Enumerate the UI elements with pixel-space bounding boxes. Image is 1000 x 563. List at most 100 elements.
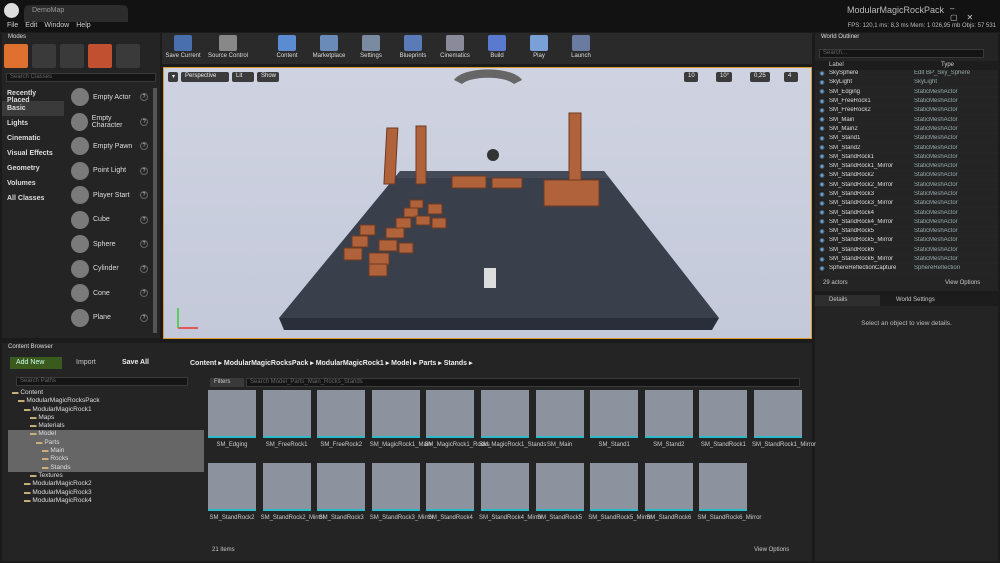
breadcrumb-item[interactable]: Stands — [444, 360, 467, 367]
place-item[interactable]: Sphere? — [67, 232, 152, 257]
filters-button[interactable]: Filters — [210, 378, 244, 387]
breadcrumb-item[interactable]: ModularMagicRock1 — [316, 360, 384, 367]
modes-scrollbar[interactable] — [153, 88, 157, 333]
help-icon[interactable]: ? — [140, 191, 148, 200]
cb-view-options[interactable]: View Options — [754, 547, 789, 553]
help-icon[interactable]: ? — [140, 215, 148, 224]
outliner-row[interactable]: ◉ SphereReflectionCapture SphereReflection — [815, 264, 998, 274]
visibility-eye-icon[interactable]: ◉ — [815, 125, 829, 132]
show-button[interactable]: Show — [257, 72, 279, 82]
category-visual-effects[interactable]: Visual Effects — [2, 146, 64, 161]
help-icon[interactable]: ? — [140, 93, 148, 102]
breadcrumb-item[interactable]: Parts — [419, 360, 437, 367]
menu-file[interactable]: File — [7, 22, 18, 29]
visibility-eye-icon[interactable]: ◉ — [815, 237, 829, 244]
perspective-button[interactable]: Perspective — [181, 72, 229, 82]
paint-mode-icon[interactable] — [32, 44, 56, 68]
breadcrumb-item[interactable]: Content — [190, 360, 216, 367]
visibility-eye-icon[interactable]: ◉ — [815, 107, 829, 114]
cinematics-button[interactable]: Cinematics — [434, 33, 476, 59]
asset-tile[interactable]: SM_StandRock3_Mirror — [370, 463, 434, 531]
play-button[interactable]: Play — [518, 33, 560, 59]
outliner-row[interactable]: ◉ SM_StandRock2_Mirror StaticMeshActor — [815, 181, 998, 190]
outliner-row[interactable]: ◉ SM_StandRock3_Mirror StaticMeshActor — [815, 199, 998, 209]
place-item[interactable]: Cylinder? — [67, 257, 152, 282]
outliner-row[interactable]: ◉ SM_Main StaticMeshActor — [815, 115, 998, 125]
outliner-row[interactable]: ◉ SkyLight SkyLight — [815, 78, 998, 88]
outliner-row[interactable]: ◉ SM_Stand1 StaticMeshActor — [815, 134, 998, 144]
help-icon[interactable]: ? — [140, 240, 148, 249]
folder-tree-item[interactable]: ▬ Parts — [8, 438, 204, 448]
breadcrumb-item[interactable]: ModularMagicRocksPack — [224, 360, 308, 367]
asset-tile[interactable]: SM_StandRock3 — [317, 463, 366, 531]
window-controls[interactable]: –▢✕ — [950, 4, 994, 22]
asset-tile[interactable]: SM_StandRock1_Mirror — [752, 390, 816, 458]
place-mode-icon[interactable] — [4, 44, 28, 68]
outliner-row[interactable]: ◉ SM_StandRock2 StaticMeshActor — [815, 171, 998, 181]
folder-tree-item[interactable]: ▬ Rocks — [8, 455, 204, 464]
category-volumes[interactable]: Volumes — [2, 176, 64, 191]
asset-tile[interactable]: SM_StandRock5 — [535, 463, 584, 531]
marketplace-button[interactable]: Marketplace — [308, 33, 350, 59]
geometry-mode-icon[interactable] — [116, 44, 140, 68]
menu-help[interactable]: Help — [76, 22, 90, 29]
asset-tile[interactable]: SM_StandRock2 — [208, 463, 256, 531]
asset-tile[interactable]: SM_StandRock1 — [699, 390, 748, 458]
visibility-eye-icon[interactable]: ◉ — [815, 228, 829, 235]
place-item[interactable]: Cone? — [67, 281, 152, 306]
folder-tree-item[interactable]: ▬ ModularMagicRocksPack — [8, 397, 204, 405]
world-settings-tab[interactable]: World Settings — [882, 295, 949, 305]
outliner-row[interactable]: ◉ SM_StandRock4_Mirror StaticMeshActor — [815, 218, 998, 228]
visibility-eye-icon[interactable]: ◉ — [815, 256, 829, 263]
outliner-row[interactable]: ◉ SkySphere Edit BP_Sky_Sphere — [815, 69, 998, 79]
scale-snap-value[interactable]: 0,25 — [750, 72, 770, 82]
visibility-eye-icon[interactable]: ◉ — [815, 70, 829, 77]
folder-tree-item[interactable]: ▬ Content — [8, 389, 204, 397]
rotation-snap-value[interactable]: 10° — [716, 72, 732, 82]
visibility-eye-icon[interactable]: ◉ — [815, 200, 829, 207]
visibility-eye-icon[interactable]: ◉ — [815, 98, 829, 105]
folder-tree-item[interactable]: ▬ ModularMagicRock2 — [8, 480, 204, 488]
save-current-button[interactable]: Save Current — [162, 33, 204, 59]
camera-speed-value[interactable]: 4 — [784, 72, 798, 82]
visibility-eye-icon[interactable]: ◉ — [815, 191, 829, 198]
level-viewport[interactable]: ▾ Perspective Lit Show 10 10° 0,25 4 — [163, 67, 812, 339]
help-icon[interactable]: ? — [140, 313, 148, 322]
outliner-row[interactable]: ◉ SM_StandRock5 StaticMeshActor — [815, 227, 998, 237]
outliner-view-options[interactable]: View Options — [945, 280, 980, 286]
place-item[interactable]: Empty Actor? — [67, 85, 152, 110]
place-item[interactable]: Empty Character? — [67, 110, 152, 135]
outliner-row[interactable]: ◉ SM_StandRock6 StaticMeshActor — [815, 246, 998, 255]
outliner-row[interactable]: ◉ SM_StandRock6_Mirror StaticMeshActor — [815, 255, 998, 265]
asset-tile[interactable]: SM_FreeRock1 — [262, 390, 311, 458]
outliner-row[interactable]: ◉ SM_StandRock1 StaticMeshActor — [815, 153, 998, 162]
blueprints-button[interactable]: Blueprints — [392, 33, 434, 59]
outliner-row[interactable]: ◉ SM_StandRock3 StaticMeshActor — [815, 190, 998, 200]
help-icon[interactable]: ? — [140, 142, 148, 151]
visibility-eye-icon[interactable]: ◉ — [815, 79, 829, 86]
visibility-eye-icon[interactable]: ◉ — [815, 135, 829, 142]
outliner-search[interactable]: Search... — [819, 49, 984, 58]
source-control-button[interactable]: Source Control — [204, 33, 252, 59]
folder-tree-item[interactable]: ▬ Maps — [8, 414, 204, 422]
outliner-row[interactable]: ◉ SM_StandRock1_Mirror StaticMeshActor — [815, 162, 998, 172]
outliner-row[interactable]: ◉ SM_StandRock5_Mirror StaticMeshActor — [815, 236, 998, 246]
visibility-eye-icon[interactable]: ◉ — [815, 265, 829, 272]
search-paths-input[interactable]: Search Paths — [16, 377, 188, 386]
visibility-eye-icon[interactable]: ◉ — [815, 246, 829, 253]
asset-tile[interactable]: SM_Edging — [208, 390, 256, 458]
help-icon[interactable]: ? — [140, 264, 148, 273]
menu-edit[interactable]: Edit — [25, 22, 37, 29]
place-item[interactable]: Point Light? — [67, 159, 152, 184]
asset-tile[interactable]: SM_StandRock4 — [426, 463, 475, 531]
asset-tile[interactable]: SM_StandRock2_Mirror — [261, 463, 325, 531]
asset-tile[interactable]: SM_StandRock6 — [644, 463, 693, 531]
help-icon[interactable]: ? — [140, 289, 148, 298]
asset-tile[interactable]: SM_StandRock5_Mirror — [588, 463, 652, 531]
asset-tile[interactable]: SM_MagicRock1_Rocks — [424, 390, 490, 458]
class-search-input[interactable]: Search Classes — [6, 73, 156, 82]
category-recently-placed[interactable]: Recently Placed — [2, 86, 64, 104]
col-type[interactable]: Type — [941, 62, 954, 68]
outliner-row[interactable]: ◉ SM_FreeRock2 StaticMeshActor — [815, 106, 998, 116]
help-icon[interactable]: ? — [140, 166, 148, 175]
